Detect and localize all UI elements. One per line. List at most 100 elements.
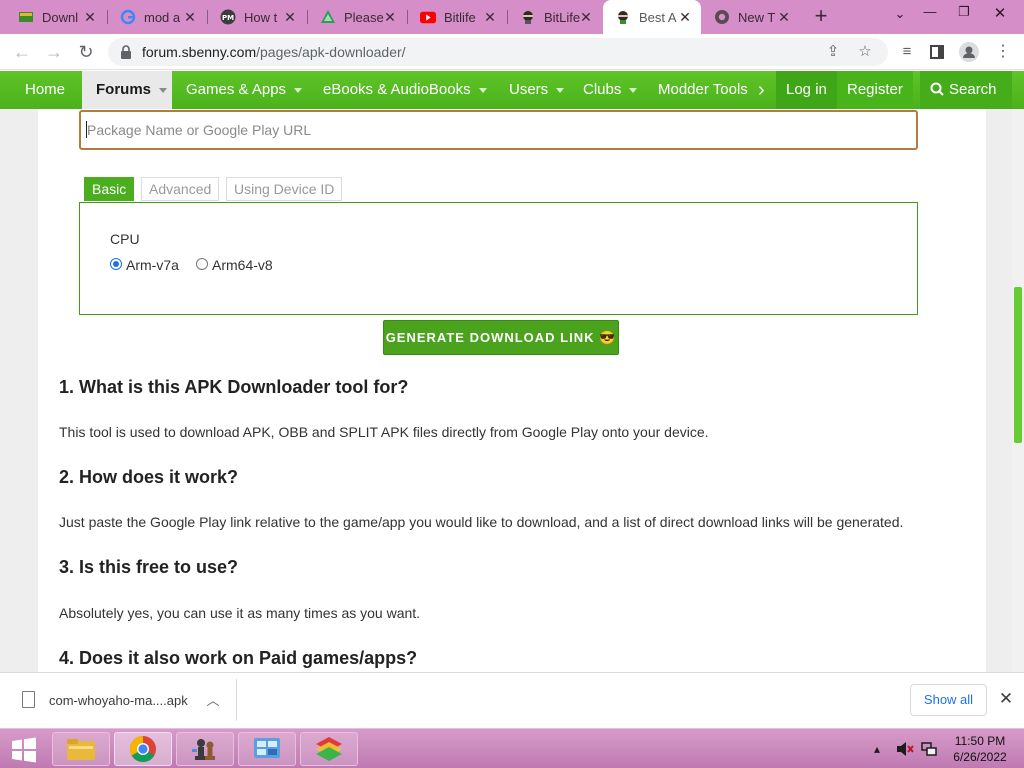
chevron-down-icon[interactable] (556, 87, 565, 93)
radio-arm-v7a[interactable] (110, 258, 122, 270)
nav-clubs[interactable]: Clubs (583, 71, 638, 109)
tab-8[interactable]: New T ✕ (702, 0, 800, 34)
chevron-down-icon[interactable] (629, 87, 638, 93)
reload-icon[interactable]: ↻ (74, 41, 98, 63)
taskbar-app-pawns[interactable] (176, 732, 234, 766)
bookmark-star-icon[interactable]: ☆ (854, 41, 876, 63)
nav-scroll-right-icon[interactable]: › (758, 71, 765, 109)
text-cursor (86, 121, 87, 138)
lock-icon (120, 44, 132, 60)
close-tab-icon[interactable]: ✕ (182, 9, 198, 25)
radio-arm64-v8-label[interactable]: Arm64-v8 (212, 257, 273, 273)
radio-arm64-v8[interactable] (196, 258, 208, 270)
faq-question-3: 3. Is this free to use? (59, 557, 239, 577)
url-domain: forum.sbenny.com (142, 44, 257, 60)
nav-modder-tools[interactable]: Modder Tools (658, 71, 748, 109)
tab-3[interactable]: PM How t ✕ (208, 0, 306, 34)
taskbar-control-panel[interactable] (238, 732, 296, 766)
tab-7-active[interactable]: Best A ✕ (603, 0, 701, 34)
network-icon[interactable] (920, 729, 938, 768)
bluestacks-icon (316, 737, 342, 761)
generate-download-link-button[interactable]: GENERATE DOWNLOAD LINK 😎 (383, 320, 619, 355)
taskbar-file-explorer[interactable] (52, 732, 110, 766)
close-tab-icon[interactable]: ✕ (282, 9, 298, 25)
close-window-icon[interactable]: ✕ (986, 4, 1014, 24)
youtube-icon (420, 9, 436, 25)
new-tab-plus-icon[interactable]: + (810, 5, 832, 28)
tab-strip: Downl ✕ mod a ✕ PM How t ✕ Please ✕ Bitl… (0, 0, 1024, 34)
shelf-divider (236, 679, 237, 721)
faq-answer-3: Absolutely yes, you can use it as many t… (59, 605, 421, 621)
radio-arm-v7a-label[interactable]: Arm-v7a (126, 257, 179, 273)
forward-arrow-icon[interactable]: → (42, 41, 66, 63)
triangle-site-icon (320, 9, 336, 25)
register-button[interactable]: Register (837, 71, 913, 109)
chevron-down-icon[interactable] (159, 87, 168, 93)
site-navigation: Home Forums Games & Apps eBooks & AudioB… (0, 71, 1024, 109)
chrome-icon (714, 9, 730, 25)
clock-date: 6/26/2022 (953, 750, 1007, 764)
show-all-button[interactable]: Show all (910, 684, 987, 716)
nav-forums[interactable]: Forums (82, 71, 172, 109)
tab-basic[interactable]: Basic (84, 177, 135, 201)
ninja-icon (615, 9, 631, 25)
tab-using-device-id[interactable]: Using Device ID (226, 177, 343, 201)
downloads-shelf: com-whoyaho-ma....apk ︿ Show all ✕ (0, 672, 1024, 728)
restore-icon[interactable]: ❐ (950, 4, 978, 24)
nav-ebooks[interactable]: eBooks & AudioBooks (323, 71, 487, 109)
system-clock[interactable]: 11:50 PM 6/26/2022 (945, 733, 1015, 765)
windows-start-icon[interactable] (6, 733, 40, 765)
scrollbar-thumb[interactable] (1014, 287, 1022, 443)
browser-toolbar: ← → ↻ forum.sbenny.com/pages/apk-downloa… (0, 34, 1024, 70)
search-button[interactable]: Search (920, 71, 1012, 109)
package-url-input[interactable] (79, 110, 918, 150)
close-tab-icon[interactable]: ✕ (82, 9, 98, 25)
close-shelf-icon[interactable]: ✕ (996, 689, 1016, 709)
show-hidden-icons-icon[interactable]: ▴ (874, 729, 880, 768)
profile-avatar-icon[interactable] (958, 41, 980, 63)
tab-6[interactable]: BitLife ✕ (508, 0, 602, 34)
tab-4[interactable]: Please ✕ (308, 0, 406, 34)
reading-list-icon[interactable]: ≡ (896, 41, 918, 63)
chevron-down-icon[interactable] (294, 87, 303, 93)
pm-site-icon: PM (220, 9, 236, 25)
chevron-down-icon[interactable] (478, 87, 487, 93)
nav-users[interactable]: Users (509, 71, 565, 109)
faq-answer-1: This tool is used to download APK, OBB a… (59, 424, 709, 440)
close-tab-icon[interactable]: ✕ (578, 9, 594, 25)
tab-5[interactable]: Bitlife ✕ (408, 0, 506, 34)
file-icon (22, 691, 35, 708)
faq-question-1: 1. What is this APK Downloader tool for? (59, 377, 409, 397)
close-tab-icon[interactable]: ✕ (677, 9, 693, 25)
page-scrollbar[interactable] (1012, 109, 1024, 672)
control-panel-icon (254, 738, 280, 758)
url-path: /pages/apk-downloader/ (256, 44, 406, 60)
search-label: Search (949, 81, 997, 98)
svg-text:PM: PM (222, 14, 234, 22)
tab-1[interactable]: Downl ✕ (6, 0, 106, 34)
login-button[interactable]: Log in (776, 71, 837, 109)
nav-clubs-label: Clubs (583, 81, 622, 98)
browser-window: { "tabs": [ {"label": "Downl", "icon": "… (0, 0, 1024, 768)
download-filename[interactable]: com-whoyaho-ma....apk (49, 693, 188, 708)
taskbar-chrome[interactable] (114, 732, 172, 766)
close-tab-icon[interactable]: ✕ (776, 9, 792, 25)
tab-search-chevron-icon[interactable]: ⌄ (886, 6, 914, 26)
tab-advanced[interactable]: Advanced (141, 177, 220, 201)
kebab-menu-icon[interactable]: ⋮ (992, 41, 1014, 63)
nav-home[interactable]: Home (25, 71, 65, 109)
ninja-icon (520, 9, 536, 25)
close-tab-icon[interactable]: ✕ (482, 9, 498, 25)
taskbar-bluestacks[interactable] (300, 732, 358, 766)
back-arrow-icon[interactable]: ← (10, 41, 34, 63)
nav-games-apps[interactable]: Games & Apps (186, 71, 303, 109)
side-panel-icon[interactable] (926, 41, 948, 63)
share-icon[interactable]: ⇪ (822, 41, 844, 63)
minimize-icon[interactable]: — (916, 4, 944, 24)
address-bar[interactable]: forum.sbenny.com/pages/apk-downloader/ ⇪… (108, 38, 888, 66)
clock-time: 11:50 PM (954, 734, 1006, 748)
close-tab-icon[interactable]: ✕ (382, 9, 398, 25)
chevron-up-icon[interactable]: ︿ (205, 690, 221, 709)
volume-muted-icon[interactable] (896, 729, 914, 768)
tab-2[interactable]: mod a ✕ (108, 0, 206, 34)
